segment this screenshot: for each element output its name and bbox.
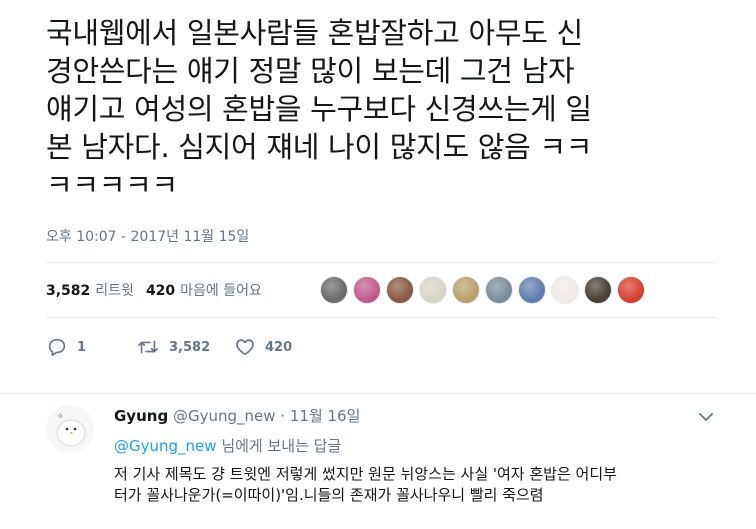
replying-to: @Gyung_new 님에게 보내는 답글 bbox=[114, 435, 341, 456]
reply-header: Gyung @Gyung_new · 11월 16일 bbox=[114, 405, 360, 426]
likes-stat[interactable]: 420 마음에 들어요 bbox=[146, 280, 262, 300]
retweets-stat[interactable]: 3,582 리트윗 bbox=[46, 280, 134, 300]
tweet-text: 국내웹에서 일본사람들 혼밥잘하고 아무도 신 경안쓴다는 얘기 정말 많이 보… bbox=[46, 16, 593, 202]
reply-author-handle[interactable]: @Gyung_new bbox=[173, 407, 276, 425]
bird-avatar-icon bbox=[46, 405, 94, 453]
reply-count: 1 bbox=[77, 339, 87, 355]
retweets-count: 3,582 bbox=[46, 283, 91, 299]
retweet-button[interactable]: 3,582 bbox=[136, 336, 234, 358]
likes-count: 420 bbox=[145, 283, 176, 299]
reply-tweet[interactable]: Gyung @Gyung_new · 11월 16일 @Gyung_new 님에… bbox=[0, 393, 756, 529]
reply-avatar[interactable] bbox=[46, 405, 94, 453]
chevron-down-icon[interactable] bbox=[698, 411, 714, 423]
avatar-4[interactable] bbox=[419, 276, 447, 304]
tweet-stats: 3,582 리트윗 420 마음에 들어요 bbox=[46, 272, 274, 308]
likes-label: 마음에 들어요 bbox=[180, 283, 262, 299]
retweet-count: 3,582 bbox=[169, 339, 211, 355]
avatar-1[interactable] bbox=[320, 276, 348, 304]
avatar-9[interactable] bbox=[584, 276, 612, 304]
reply-icon bbox=[48, 338, 66, 357]
avatar-8[interactable] bbox=[551, 276, 579, 304]
liker-avatars bbox=[320, 276, 650, 304]
avatar-10[interactable] bbox=[617, 276, 645, 304]
reply-to-suffix: 님에게 보내는 답글 bbox=[216, 437, 342, 455]
tweet-timestamp[interactable]: 오후 10:07 - 2017년 11월 15일 bbox=[46, 226, 249, 246]
avatar-3[interactable] bbox=[386, 276, 414, 304]
avatar-2[interactable] bbox=[353, 276, 381, 304]
divider bbox=[46, 317, 716, 318]
heart-icon bbox=[236, 339, 254, 356]
reply-author-name[interactable]: Gyung bbox=[114, 407, 168, 425]
reply-button[interactable]: 1 bbox=[46, 336, 136, 358]
like-count: 420 bbox=[265, 339, 293, 355]
separator-dot: · bbox=[280, 407, 286, 425]
reply-mention-link[interactable]: @Gyung_new bbox=[114, 437, 217, 455]
avatar-6[interactable] bbox=[485, 276, 513, 304]
tweet-actions: 1 3,582 420 bbox=[46, 336, 292, 358]
retweets-label: 리트윗 bbox=[95, 283, 134, 299]
avatar-5[interactable] bbox=[452, 276, 480, 304]
reply-date[interactable]: 11월 16일 bbox=[290, 407, 361, 425]
like-button[interactable]: 420 bbox=[234, 336, 292, 358]
reply-text: 저 기사 제목도 걍 트윗엔 저렇게 썼지만 원문 뉘앙스는 사실 '여자 혼밥… bbox=[114, 465, 617, 504]
retweet-icon bbox=[138, 340, 158, 354]
divider bbox=[46, 262, 716, 263]
avatar-7[interactable] bbox=[518, 276, 546, 304]
